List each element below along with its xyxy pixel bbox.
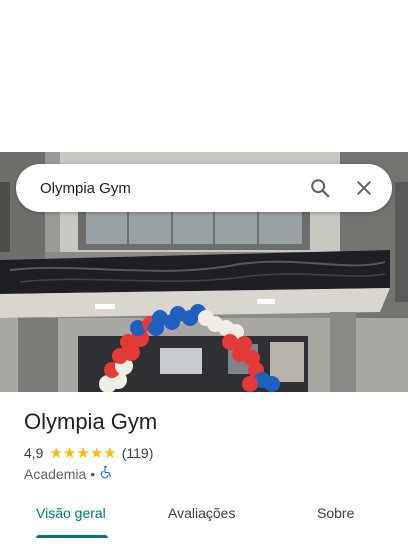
search-input[interactable]: Olympia Gym bbox=[40, 180, 302, 197]
review-count[interactable]: (119) bbox=[122, 445, 154, 461]
place-info-panel: Olympia Gym 4,9 ★ ★ ★ ★ ★ (119) Academia • V… bbox=[0, 392, 408, 544]
search-bar[interactable]: Olympia Gym bbox=[16, 164, 392, 212]
tab-about[interactable]: Sobre bbox=[317, 505, 354, 521]
rating-row[interactable]: 4,9 ★ ★ ★ ★ ★ (119) bbox=[24, 445, 153, 461]
star-icon: ★ bbox=[89, 444, 104, 462]
category-row: Academia • bbox=[24, 465, 113, 482]
close-icon[interactable] bbox=[346, 170, 382, 206]
map-area-blank bbox=[0, 0, 408, 152]
star-icon: ★ bbox=[49, 444, 63, 462]
active-tab-indicator bbox=[36, 535, 108, 538]
star-icon: ★ bbox=[62, 444, 77, 462]
rating-stars: ★ ★ ★ ★ ★ bbox=[49, 446, 116, 461]
separator-dot: • bbox=[90, 465, 96, 482]
place-title: Olympia Gym bbox=[24, 409, 158, 434]
search-icon[interactable] bbox=[302, 170, 338, 206]
place-category: Academia bbox=[24, 465, 87, 482]
star-icon: ★ bbox=[76, 444, 90, 462]
rating-value: 4,9 bbox=[24, 445, 44, 461]
tab-reviews[interactable]: Avaliações bbox=[168, 505, 235, 521]
star-icon: ★ bbox=[103, 444, 117, 462]
place-tabs: Visão geral Avaliações Sobre bbox=[0, 497, 408, 544]
wheelchair-icon bbox=[99, 465, 113, 482]
tab-overview[interactable]: Visão geral bbox=[36, 505, 106, 521]
